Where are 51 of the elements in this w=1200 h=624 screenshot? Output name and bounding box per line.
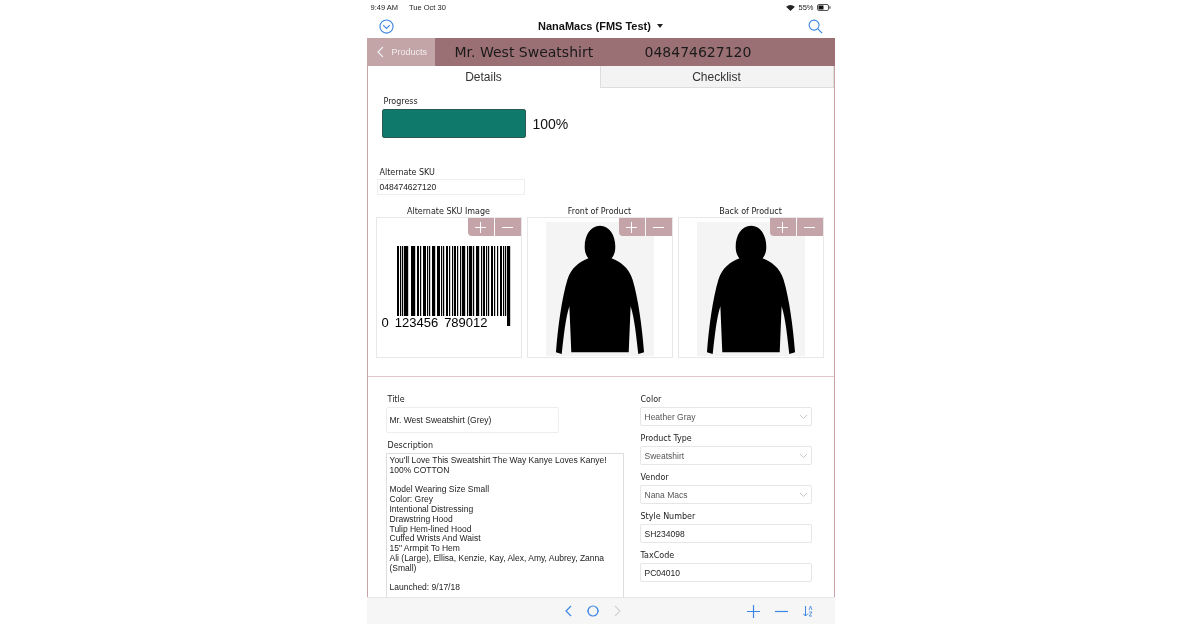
- field-label: Product Type: [640, 434, 693, 443]
- field-label: Description: [387, 441, 435, 450]
- image-label: Alternate SKU Image: [405, 207, 491, 216]
- product-code: 048474627120: [644, 44, 752, 60]
- caret-icon: [656, 24, 663, 28]
- product-title: Mr. West Sweatshirt: [454, 44, 595, 60]
- remove-image-button[interactable]: [645, 218, 672, 236]
- tab[interactable]: Checklist: [599, 66, 834, 88]
- chevron-down-icon: [799, 492, 807, 497]
- image-label: Back of Product: [718, 207, 783, 216]
- circle-icon: [586, 605, 599, 617]
- chevron-right-icon: [613, 605, 621, 617]
- field-label: Alternate SKU: [379, 168, 436, 177]
- chevron-down-icon: [799, 414, 807, 419]
- add-image-button[interactable]: [467, 218, 494, 236]
- chevron-circle-icon[interactable]: [378, 18, 394, 34]
- plus-icon: [626, 221, 637, 233]
- chevron-left-icon: [376, 46, 384, 58]
- barcode-digits: 0: [380, 316, 390, 329]
- chevron-left-icon: [564, 605, 572, 617]
- chevron-down-icon: [799, 453, 807, 458]
- wifi-icon: [786, 3, 796, 11]
- text-field[interactable]: SH234098: [639, 524, 812, 543]
- title-field[interactable]: Mr. West Sweatshirt (Grey): [385, 407, 559, 433]
- remove-image-button[interactable]: [796, 218, 823, 236]
- field-label: Title: [387, 395, 406, 404]
- plus-icon: [475, 221, 486, 233]
- dropdown-field[interactable]: Heather Gray: [639, 407, 812, 426]
- remove-image-button[interactable]: [494, 218, 521, 236]
- battery-icon: [816, 3, 831, 11]
- database-title-dropdown[interactable]: NanaMacs (FMS Test): [538, 20, 663, 32]
- field-label: Color: [640, 395, 663, 404]
- barcode-digits: 789012: [443, 316, 489, 329]
- text-field[interactable]: PC04010: [639, 563, 812, 582]
- progress-reading: 100%: [532, 115, 569, 132]
- image-label: Front of Product: [566, 207, 633, 216]
- alternate-sku-field[interactable]: 048474627120: [376, 179, 525, 195]
- barcode-digits: 123456: [393, 316, 440, 329]
- dropdown-field[interactable]: Nana Macs: [639, 485, 812, 504]
- minus-icon: [774, 609, 788, 613]
- add-image-button[interactable]: [618, 218, 645, 236]
- sort-icon: [802, 605, 813, 617]
- search-icon[interactable]: [807, 18, 823, 34]
- field-label: Style Number: [640, 512, 697, 521]
- add-image-button[interactable]: [769, 218, 796, 236]
- plus-icon: [777, 221, 788, 233]
- progress-label: Progress: [383, 97, 419, 106]
- field-label: TaxCode: [640, 551, 676, 560]
- plus-icon: [746, 604, 760, 618]
- dropdown-field[interactable]: Sweatshirt: [639, 446, 812, 465]
- field-label: Vendor: [640, 473, 670, 482]
